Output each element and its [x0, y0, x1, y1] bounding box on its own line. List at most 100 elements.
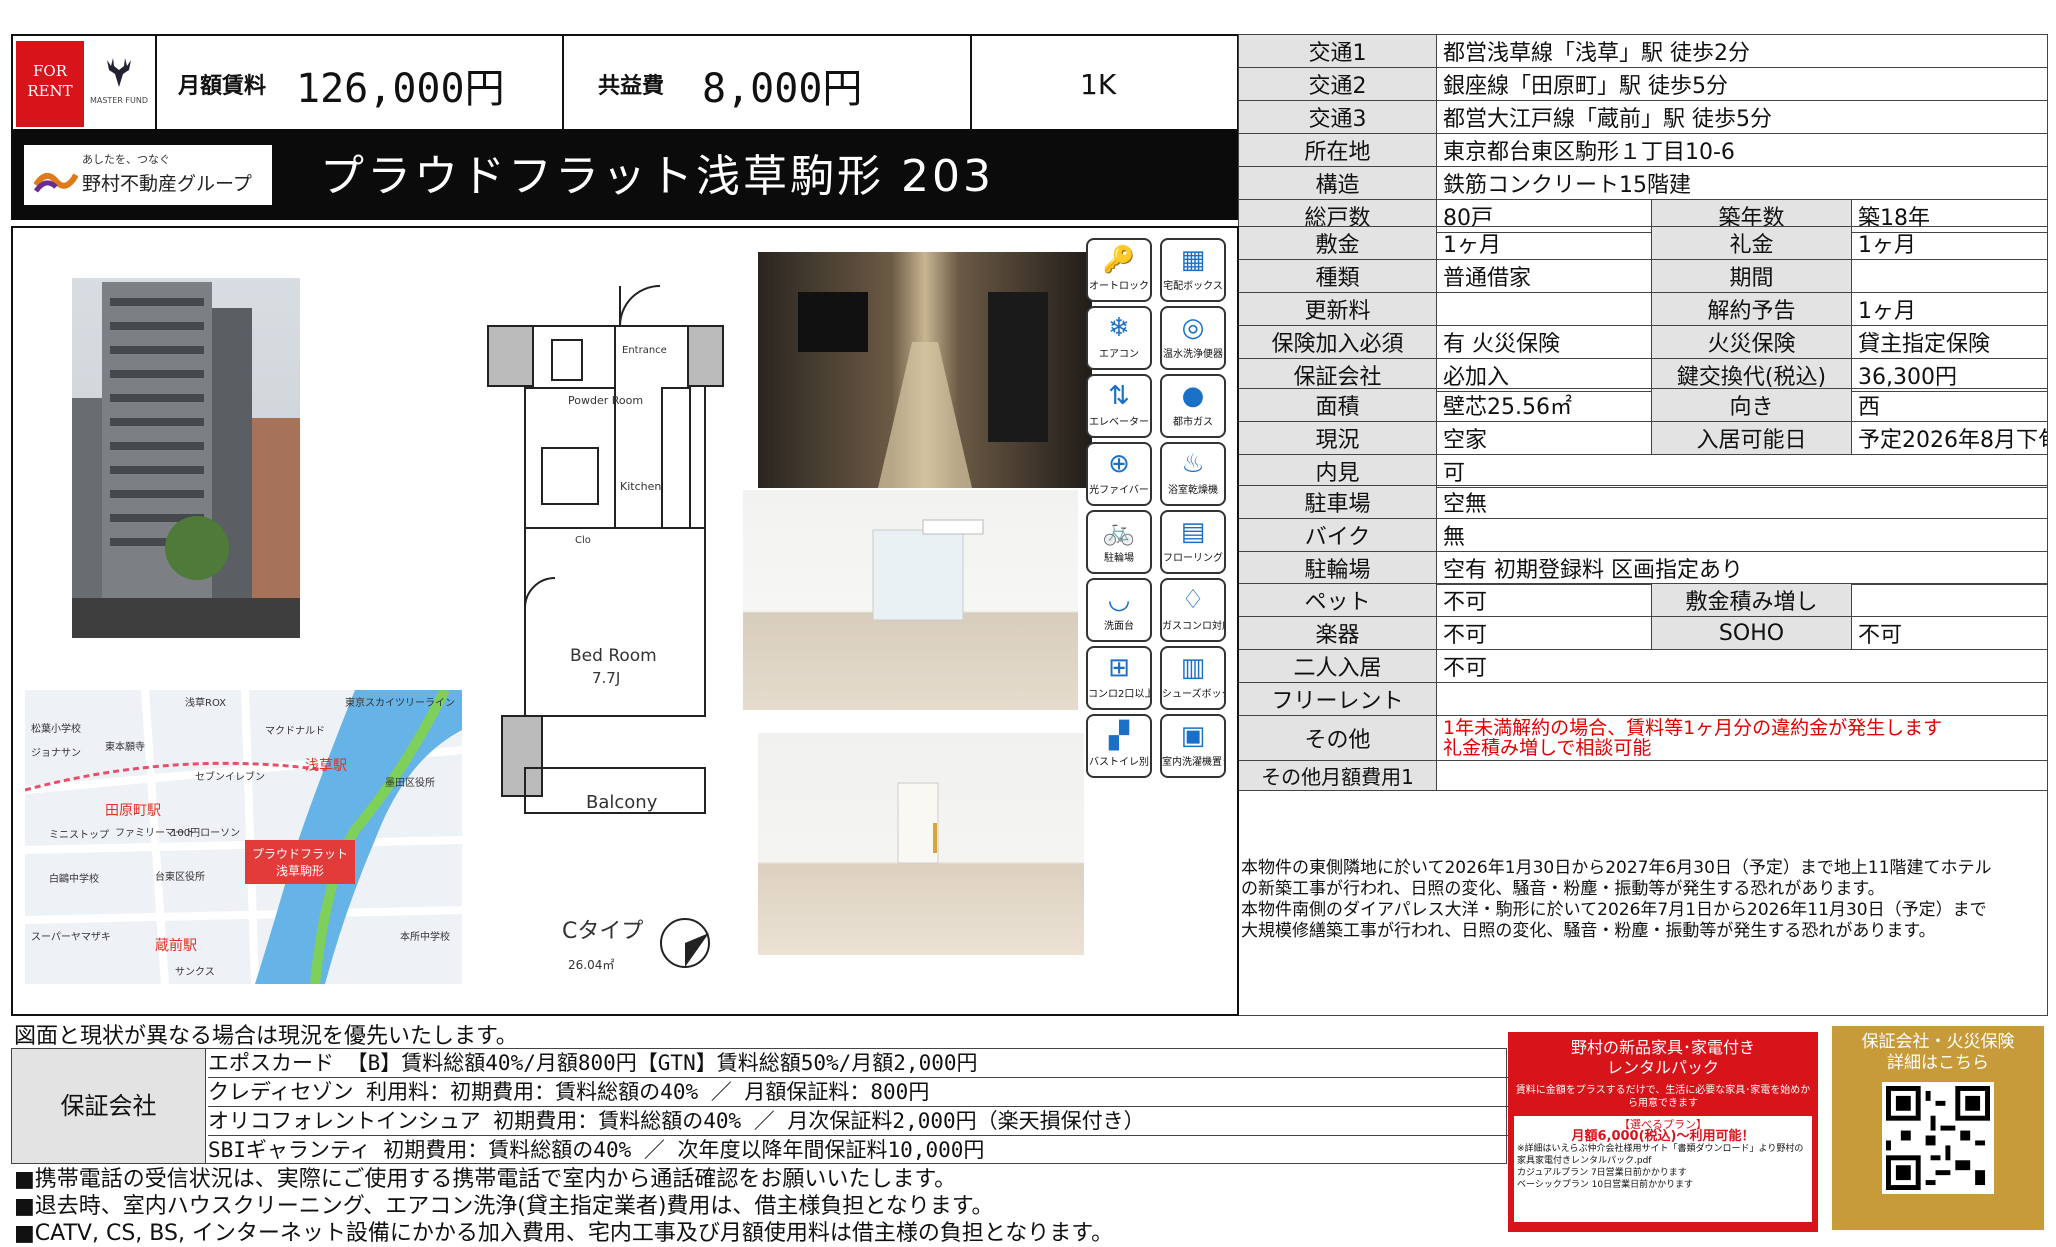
amenity-key: 🔑 オートロック [1086, 238, 1152, 302]
amenity-city-gas: ● 都市ガス [1160, 374, 1226, 438]
amenity-label: エアコン [1099, 349, 1139, 360]
svg-text:東京スカイツリーライン: 東京スカイツリーライン [345, 696, 455, 709]
svg-text:セブンイレブン: セブンイレブン [195, 770, 265, 783]
guarantee-line: SBIギャランティ 初期費用：賃料総額の40% ／ 次年度以降年間保証料10,0… [208, 1138, 985, 1162]
svg-text:松葉小学校: 松葉小学校 [31, 722, 81, 735]
svg-text:Kitchen: Kitchen [620, 480, 661, 493]
amenity-label: コンロ2口以上 [1088, 689, 1152, 700]
access-table: 交通1 都営浅草線「浅草」駅 徒歩2分 交通2 銀座線「田原町」駅 徒歩5分 交通3… [1238, 34, 2048, 233]
delivery-box-icon: ▦ [1180, 245, 1206, 275]
separate-bath-icon: ▞ [1109, 721, 1129, 751]
bedroom-photo [758, 733, 1084, 955]
svg-text:Entrance: Entrance [622, 345, 667, 356]
amenity-fiber: ⊕ 光ファイバー [1086, 442, 1152, 506]
amenity-bicycle: 🚲 駐輪場 [1086, 510, 1152, 574]
svg-text:Clo: Clo [575, 535, 591, 546]
amenity-flooring: ▤ フローリング [1160, 510, 1226, 574]
svg-text:浅草駒形: 浅草駒形 [276, 864, 324, 878]
svg-text:ジョナサン: ジョナサン [31, 747, 81, 759]
amenity-label: 宅配ボックス [1163, 281, 1223, 292]
conditions-table: ペット 不可 敷金積み増し 楽器 不可 SOHO 不可 二人入居 不可 [1238, 583, 2048, 683]
shoe-box-icon: ▥ [1180, 653, 1206, 683]
nomura-logo: あしたを、つなぐ 野村不動産グループ [24, 145, 272, 205]
fee-value: 8,000円 [702, 66, 863, 112]
rent-value: 126,000円 [296, 66, 505, 112]
qr-code-icon[interactable] [1882, 1082, 1994, 1194]
footnotes: ■携帯電話の受信状況は、実際にご使用する携帯電話で室内から通話確認をお願いいたし… [14, 1167, 1114, 1246]
amenity-label: 駐輪場 [1104, 553, 1134, 564]
svg-text:Cタイプ: Cタイプ [562, 919, 643, 944]
key-icon: 🔑 [1102, 245, 1136, 275]
svg-text:Bed Room: Bed Room [570, 646, 657, 666]
amenity-washlet: ◎ 温水洗浄便器 [1160, 306, 1226, 370]
building-photo [72, 278, 300, 638]
svg-text:7.7J: 7.7J [592, 669, 620, 687]
amenity-gas-stove: ♢ ガスコンロ対応 [1160, 578, 1226, 642]
rental-pack-banner[interactable]: 野村の新品家具･家電付き レンタルパック 賃料に金額をプラスするだけで、生活に必… [1508, 1032, 1818, 1232]
svg-text:サンクス: サンクス [175, 966, 215, 978]
deer-icon [107, 58, 131, 87]
svg-text:本所中学校: 本所中学校 [400, 930, 450, 943]
svg-text:白鷗中学校: 白鷗中学校 [49, 872, 99, 885]
washbasin-icon: ◡ [1107, 585, 1131, 615]
fee-label: 共益費 [598, 74, 665, 99]
svg-text:墨田区役所: 墨田区役所 [385, 776, 435, 789]
amenities-grid: 🔑 オートロック ▦ 宅配ボックス ❄ エアコン ◎ 温水洗浄便器 ⇅ エレベーター ● 都市ガス ⊕ 光… [1086, 238, 1236, 784]
guarantee-line: クレディセゾン 利用料：初期費用：賃料総額の40% ／ 月額保証料：800円 [208, 1078, 1508, 1107]
for-rent-badge: FOR RENT [16, 41, 84, 127]
fiber-icon: ⊕ [1108, 449, 1130, 479]
amenity-label: バストイレ別 [1089, 757, 1149, 768]
amenity-label: 室内洗濯機置き場 [1162, 757, 1224, 768]
parking-table: 駐車場 空無 バイク無 駐輪場 空有 初期登録料 区画指定あり [1238, 485, 2048, 585]
amenity-label: シューズボックス [1162, 689, 1224, 700]
svg-text:ミニストップ: ミニストップ [49, 829, 109, 841]
amenity-label: 浴室乾燥機 [1168, 485, 1218, 496]
amenity-label: オートロック [1089, 281, 1149, 292]
insurance-info-banner[interactable]: 保証会社・火災保険 詳細はこちら [1832, 1026, 2044, 1230]
nomura-mark-icon [34, 172, 78, 193]
remarks-box: 本物件の東側隣地に於いて2026年1月30日から2027年6月30日（予定）まで… [1238, 790, 2048, 1016]
amenity-two-burner: ⊞ コンロ2口以上 [1086, 646, 1152, 710]
terms-table: 敷金 1ヶ月 礼金 1ヶ月 種類 普通借家 期間 更新料 解約予告 1ヶ月 保険加入必須有 火… [1238, 226, 2048, 392]
plan-notice: 図面と現状が異なる場合は現況を優先いたします。 [14, 1024, 518, 1049]
washlet-icon: ◎ [1181, 313, 1205, 343]
amenity-washbasin: ◡ 洗面台 [1086, 578, 1152, 642]
city-gas-icon: ● [1181, 381, 1205, 411]
svg-text:スーパーヤマザキ: スーパーヤマザキ [31, 931, 111, 943]
svg-text:台東区役所: 台東区役所 [155, 870, 205, 883]
amenity-label: エレベーター [1089, 417, 1149, 428]
svg-text:浅草駅: 浅草駅 [305, 758, 347, 774]
guarantee-line: エポスカード 【B】賃料総額40%/月額800円【GTN】賃料総額50%/月額2… [208, 1049, 1508, 1078]
svg-text:田原町駅: 田原町駅 [105, 803, 161, 819]
svg-text:東本願寺: 東本願寺 [105, 740, 145, 753]
flooring-icon: ▤ [1180, 517, 1206, 547]
area-map: プラウドフラット 浅草駒形 浅草駅 田原町駅 蔵前駅 浅草ROX 松葉小学校 ジ… [25, 690, 462, 984]
amenity-delivery-box: ▦ 宅配ボックス [1160, 238, 1226, 302]
amenity-label: ガスコンロ対応 [1162, 621, 1226, 632]
property-name: プラウドフラット浅草駒形 203 [320, 151, 994, 202]
master-fund-logo: MASTER FUND [88, 52, 150, 122]
amenity-label: 洗面台 [1104, 621, 1134, 632]
map-property-label: プラウドフラット [252, 847, 348, 861]
bath-dryer-icon: ♨ [1181, 449, 1205, 479]
svg-text:Balcony: Balcony [586, 792, 658, 813]
entrance-hall-photo [758, 252, 1092, 488]
aircon-icon: ❄ [1108, 313, 1130, 343]
bicycle-icon: 🚲 [1102, 517, 1136, 547]
svg-text:浅草ROX: 浅草ROX [185, 696, 226, 709]
amenity-label: フローリング [1163, 553, 1223, 564]
laundry-space-icon: ▣ [1180, 721, 1206, 751]
svg-text:100円ローソン: 100円ローソン [171, 828, 240, 839]
guarantee-line: オリコフォレントインシュア 初期費用：賃料総額の40% ／ 月次保証料2,000… [208, 1107, 1508, 1136]
elevator-icon: ⇅ [1108, 381, 1130, 411]
living-room-photo [743, 490, 1078, 710]
svg-text:Powder Room: Powder Room [568, 394, 643, 407]
rent-label: 月額賃料 [178, 74, 267, 99]
other-table: フリーレント その他 1年未満解約の場合、賃料等1ヶ月分の違約金が発生します 礼金… [1238, 682, 2048, 791]
svg-text:マクドナルド: マクドナルド [265, 725, 325, 737]
floor-plan: Entrance Powder Room Kitchen Clo Bed Roo… [480, 278, 760, 988]
amenity-aircon: ❄ エアコン [1086, 306, 1152, 370]
amenity-label: 温水洗浄便器 [1163, 349, 1223, 360]
guarantee-table: 保証会社 エポスカード 【B】賃料総額40%/月額800円【GTN】賃料総額50… [11, 1048, 1508, 1164]
amenity-label: 光ファイバー [1089, 485, 1149, 496]
